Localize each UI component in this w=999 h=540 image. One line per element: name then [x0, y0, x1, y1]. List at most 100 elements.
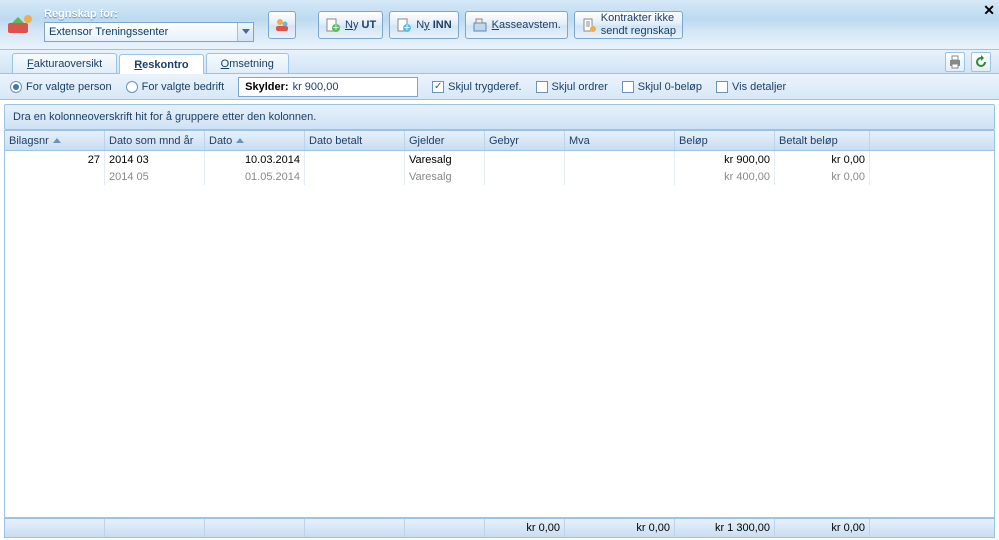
radio-valgte-bedrift-label: For valgte bedrift	[142, 81, 225, 93]
checkbox-icon	[716, 81, 728, 93]
ny-inn-label: Ny INN	[416, 19, 451, 31]
grid-footer: kr 0,00 kr 0,00 kr 1 300,00 kr 0,00	[4, 518, 995, 538]
check-vis-detaljer[interactable]: Vis detaljer	[716, 81, 786, 93]
col-dato-mnd[interactable]: Dato som mnd år	[105, 131, 205, 150]
printer-icon	[947, 54, 963, 70]
radio-valgte-bedrift[interactable]: For valgte bedrift	[126, 81, 225, 93]
toolbar: Regnskap for: Extensor Treningssenter + …	[0, 0, 999, 50]
cell	[5, 168, 105, 185]
cell: Varesalg	[405, 151, 485, 168]
kasseavstem-label: Kasseavstem.	[492, 19, 561, 31]
cell	[565, 151, 675, 168]
kontrakter-button[interactable]: Kontrakter ikke sendt regnskap	[574, 11, 683, 39]
kontrakter-label: Kontrakter ikke sendt regnskap	[601, 12, 676, 36]
checkbox-icon	[432, 81, 444, 93]
company-selector-block: Regnskap for: Extensor Treningssenter	[44, 8, 254, 42]
print-button[interactable]	[945, 52, 965, 72]
group-by-hint: Dra en kolonneoverskrift hit for å grupp…	[13, 111, 316, 123]
check-skjul-0belop[interactable]: Skjul 0-beløp	[622, 81, 702, 93]
tab-fakturaoversikt[interactable]: Fakturaoversikt	[12, 53, 117, 73]
table-row[interactable]: 272014 0310.03.2014 Varesalg kr 900,00kr 0…	[5, 151, 994, 168]
grid: Bilagsnr Dato som mnd år Dato Dato betal…	[4, 130, 995, 518]
col-dato[interactable]: Dato	[205, 131, 305, 150]
check-skjul-trygderef[interactable]: Skjul trygderef.	[432, 81, 521, 93]
filter-bar: For valgte person For valgte bedrift Sky…	[0, 74, 999, 100]
ny-ut-label: Ny UT	[345, 19, 376, 31]
skylder-value: kr 900,00	[293, 81, 339, 93]
table-row[interactable]: 2014 0501.05.2014 Varesalg kr 400,00kr 0,0…	[5, 168, 994, 185]
col-belop[interactable]: Beløp	[675, 131, 775, 150]
sort-asc-icon	[53, 138, 61, 143]
users-icon	[274, 17, 290, 33]
refresh-icon	[973, 54, 989, 70]
cell	[565, 168, 675, 185]
cell: 2014 03	[105, 151, 205, 168]
cell: kr 400,00	[675, 168, 775, 185]
checkbox-icon	[622, 81, 634, 93]
regnskap-label: Regnskap for:	[44, 8, 254, 20]
skylder-label: Skylder:	[245, 81, 288, 93]
cell: 2014 05	[105, 168, 205, 185]
refresh-button[interactable]	[971, 52, 991, 72]
cell: Varesalg	[405, 168, 485, 185]
cell	[485, 151, 565, 168]
footer-cell	[5, 519, 105, 537]
group-by-bar[interactable]: Dra en kolonneoverskrift hit for å grupp…	[4, 104, 995, 130]
tab-reskontro[interactable]: Reskontro	[119, 54, 203, 74]
footer-cell	[305, 519, 405, 537]
check-skjul-ordrer-label: Skjul ordrer	[552, 81, 608, 93]
footer-betalt-belop: kr 0,00	[775, 519, 870, 537]
register-icon	[472, 17, 488, 33]
cell	[305, 168, 405, 185]
ny-ut-button[interactable]: + Ny UT	[318, 11, 383, 39]
cell	[305, 151, 405, 168]
svg-text:+: +	[404, 22, 410, 33]
cell: kr 0,00	[775, 168, 870, 185]
check-skjul-0belop-label: Skjul 0-beløp	[638, 81, 702, 93]
col-dato-betalt[interactable]: Dato betalt	[305, 131, 405, 150]
cell: kr 0,00	[775, 151, 870, 168]
users-button[interactable]	[268, 11, 296, 39]
col-mva[interactable]: Mva	[565, 131, 675, 150]
grid-header: Bilagsnr Dato som mnd år Dato Dato betal…	[5, 131, 994, 151]
close-button[interactable]: ✕	[983, 2, 995, 19]
tab-omsetning[interactable]: Omsetning	[206, 53, 289, 73]
radio-dot-icon	[10, 81, 22, 93]
footer-mva: kr 0,00	[565, 519, 675, 537]
company-combo-text: Extensor Treningssenter	[45, 26, 237, 38]
checkbox-icon	[536, 81, 548, 93]
kasseavstem-button[interactable]: Kasseavstem.	[465, 11, 568, 39]
footer-cell	[105, 519, 205, 537]
check-vis-detaljer-label: Vis detaljer	[732, 81, 786, 93]
doc-out-icon: +	[325, 17, 341, 33]
footer-cell	[405, 519, 485, 537]
footer-belop: kr 1 300,00	[675, 519, 775, 537]
skylder-field: Skylder: kr 900,00	[238, 77, 418, 97]
cell: 27	[5, 151, 105, 168]
col-gjelder[interactable]: Gjelder	[405, 131, 485, 150]
cell: 10.03.2014	[205, 151, 305, 168]
grid-body: 272014 0310.03.2014 Varesalg kr 900,00kr 0…	[5, 151, 994, 185]
svg-text:+: +	[333, 22, 339, 33]
footer-cell	[205, 519, 305, 537]
app-icon	[6, 9, 38, 41]
chevron-down-icon	[242, 29, 250, 34]
doc-in-icon: +	[396, 17, 412, 33]
footer-gebyr: kr 0,00	[485, 519, 565, 537]
contract-icon	[581, 17, 597, 33]
sort-asc-icon	[236, 138, 244, 143]
radio-valgte-person[interactable]: For valgte person	[10, 81, 112, 93]
cell	[485, 168, 565, 185]
ny-inn-button[interactable]: + Ny INN	[389, 11, 458, 39]
radio-dot-icon	[126, 81, 138, 93]
company-combo[interactable]: Extensor Treningssenter	[44, 22, 254, 42]
radio-valgte-person-label: For valgte person	[26, 81, 112, 93]
col-betalt-belop[interactable]: Betalt beløp	[775, 131, 870, 150]
company-combo-dropdown-button[interactable]	[237, 23, 253, 41]
col-bilagsnr[interactable]: Bilagsnr	[5, 131, 105, 150]
check-skjul-trygderef-label: Skjul trygderef.	[448, 81, 521, 93]
check-skjul-ordrer[interactable]: Skjul ordrer	[536, 81, 608, 93]
cell: kr 900,00	[675, 151, 775, 168]
cell: 01.05.2014	[205, 168, 305, 185]
col-gebyr[interactable]: Gebyr	[485, 131, 565, 150]
